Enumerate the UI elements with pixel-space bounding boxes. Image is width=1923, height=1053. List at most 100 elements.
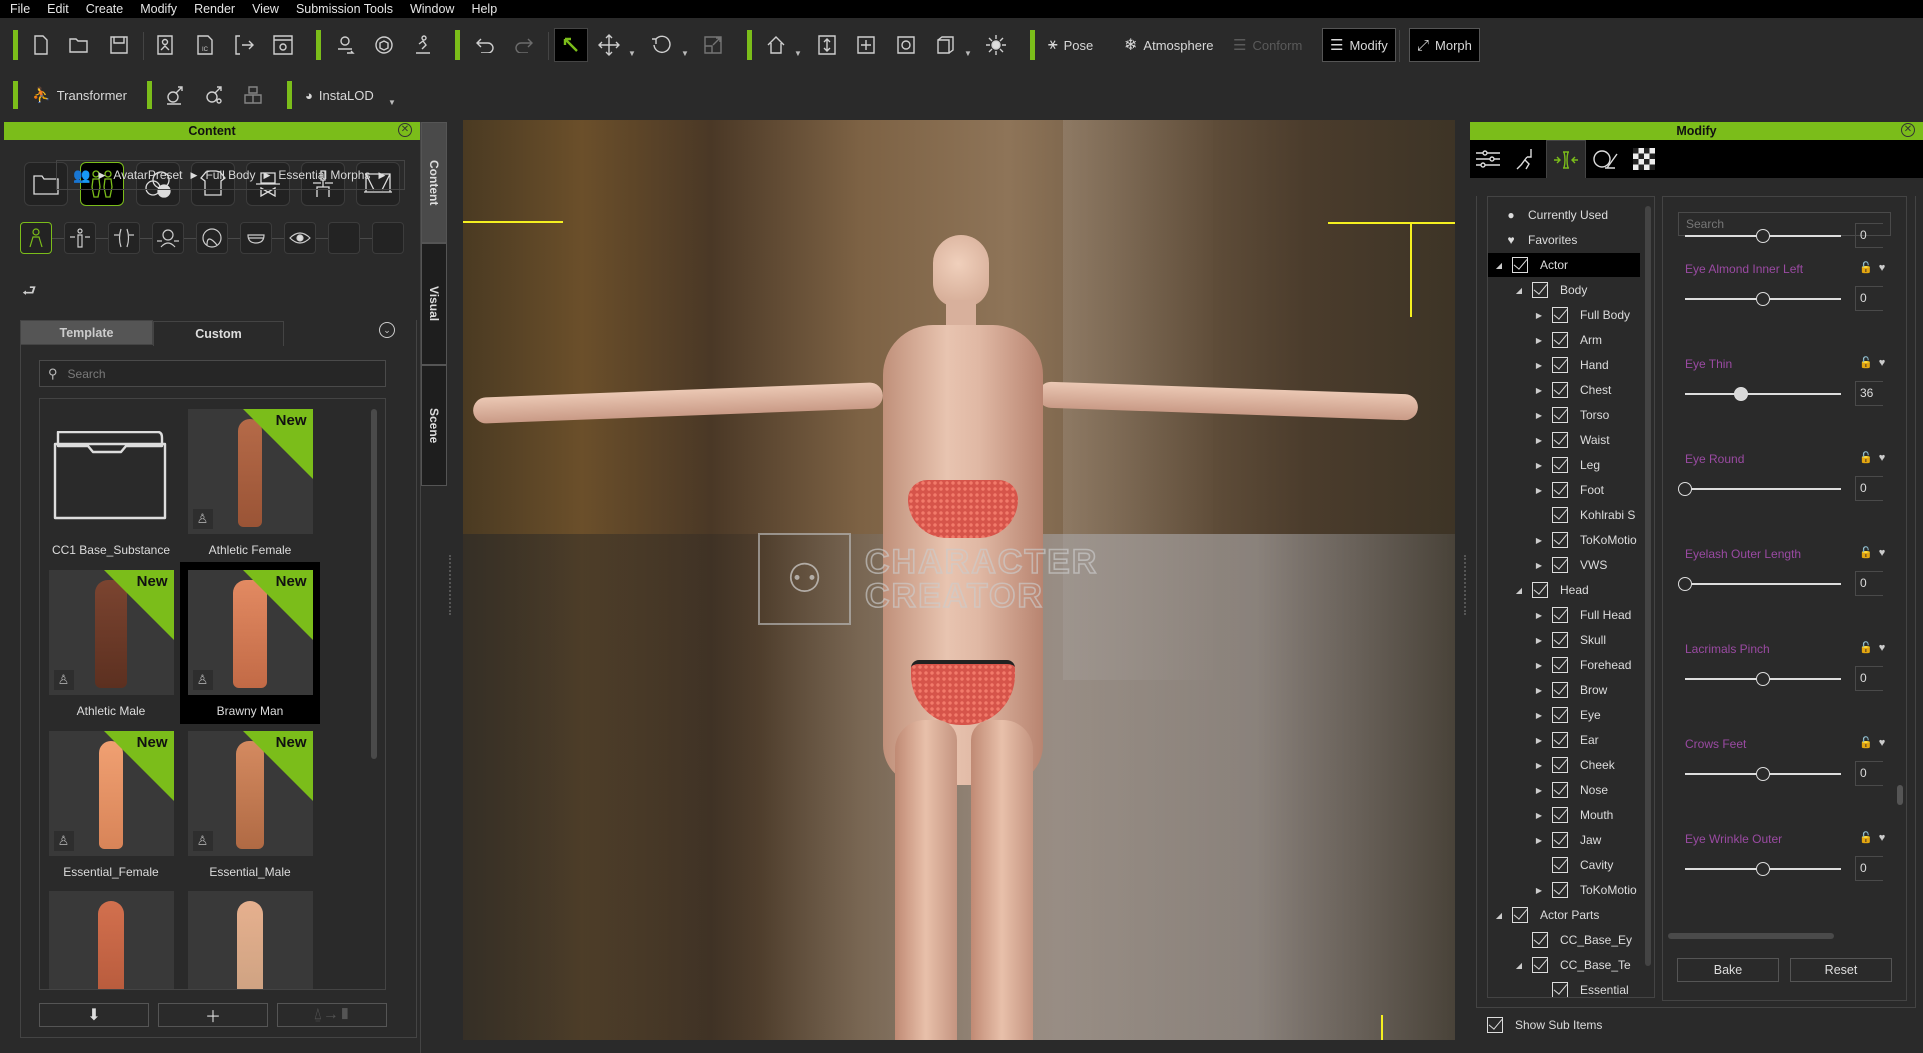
back-icon[interactable]: ⮐ (22, 280, 36, 307)
menu-submission-tools[interactable]: Submission Tools (296, 2, 393, 16)
add-button[interactable]: ＋ (158, 1003, 268, 1027)
object-transfer-button[interactable] (367, 28, 401, 62)
tree-item[interactable]: CC_Base_Ey (1488, 928, 1640, 952)
tree-item[interactable]: ▶ Leg (1488, 453, 1640, 477)
tree-item[interactable]: ▶ Waist (1488, 428, 1640, 452)
close-icon[interactable]: ✕ (1901, 123, 1915, 137)
checkbox-checked-icon[interactable] (1552, 482, 1568, 498)
checkbox-checked-icon[interactable] (1552, 457, 1568, 473)
collapse-arrow-icon[interactable]: ◢ (1494, 261, 1504, 270)
slider-knob[interactable] (1756, 672, 1770, 686)
camera-vertical-button[interactable] (810, 28, 844, 62)
expand-arrow-icon[interactable]: ▶ (1534, 786, 1544, 795)
expand-arrow-icon[interactable]: ▶ (1534, 686, 1544, 695)
expand-arrow-icon[interactable]: ▶ (1534, 886, 1544, 895)
breadcrumb-essential-morphs[interactable]: Essential Morphs (278, 168, 370, 182)
collapse-arrow-icon[interactable]: ◢ (1514, 286, 1524, 295)
save-button[interactable] (102, 28, 136, 62)
apply-down-button[interactable]: ⬇ (39, 1003, 149, 1027)
breadcrumb-avatarpreset[interactable]: AvatarPreset (113, 168, 182, 182)
import-ic-button[interactable]: IC (188, 28, 222, 62)
view-dropdown-caret[interactable]: ▼ (964, 49, 972, 58)
tree-item[interactable]: ▶ Forehead (1488, 653, 1640, 677)
side-tab-visual[interactable]: Visual (421, 243, 447, 365)
tree-item[interactable]: ▶ Hand (1488, 353, 1640, 377)
slider-track[interactable] (1685, 393, 1841, 395)
subcategory-head-button[interactable] (152, 222, 184, 254)
export-button[interactable] (228, 28, 262, 62)
menu-file[interactable]: File (10, 2, 30, 16)
checkbox-checked-icon[interactable] (1552, 407, 1568, 423)
checkbox-checked-icon[interactable] (1552, 432, 1568, 448)
tab-motion[interactable] (1508, 140, 1544, 178)
tree-item[interactable]: ▶ ToKoMotio (1488, 878, 1640, 902)
3d-viewport[interactable]: ⚇ CHARACTER CREATOR (463, 120, 1455, 1040)
modify-button[interactable]: ☰ Modify (1322, 28, 1396, 62)
expand-arrow-icon[interactable]: ▶ (1534, 361, 1544, 370)
tree-item[interactable]: ◢ Actor (1488, 253, 1640, 277)
splitter-handle[interactable] (1464, 555, 1466, 615)
home-camera-button[interactable] (759, 28, 793, 62)
template-item[interactable] (187, 891, 313, 989)
menu-edit[interactable]: Edit (47, 2, 69, 16)
tree-item[interactable]: ▶ Torso (1488, 403, 1640, 427)
tree-item[interactable]: ▶ Nose (1488, 778, 1640, 802)
checkbox-checked-icon[interactable] (1552, 557, 1568, 573)
tab-morph[interactable] (1546, 140, 1586, 178)
checkbox-checked-icon[interactable] (1512, 257, 1528, 273)
template-item[interactable]: CC1 Base_Substance (48, 409, 174, 557)
menu-modify[interactable]: Modify (140, 2, 177, 16)
slider-vertical-scrollbar[interactable] (1897, 785, 1903, 805)
tree-item[interactable]: ▶ Jaw (1488, 828, 1640, 852)
transfer-button[interactable]: ⍙→▮ (277, 1003, 387, 1027)
checkbox-checked-icon[interactable] (1552, 682, 1568, 698)
checkbox-checked-icon[interactable] (1552, 507, 1568, 523)
tree-item[interactable]: ▶ Chest (1488, 378, 1640, 402)
slider-knob[interactable] (1756, 862, 1770, 876)
breadcrumb-full-body[interactable]: Full Body (205, 168, 255, 182)
tree-item[interactable]: ◢ Actor Parts (1488, 903, 1640, 927)
avatar-transfer-button[interactable] (328, 28, 362, 62)
lock-favorite-icons[interactable]: 🔓♥ (1859, 641, 1891, 654)
lock-favorite-icons[interactable]: 🔓♥ (1859, 451, 1891, 464)
slider-value-input[interactable]: 0 (1855, 761, 1883, 786)
subcategory-teeth-button[interactable] (240, 222, 272, 254)
expand-arrow-icon[interactable]: ▶ (1534, 461, 1544, 470)
side-tab-content[interactable]: Content (421, 122, 447, 243)
checkbox-checked-icon[interactable] (1552, 782, 1568, 798)
slider-value-input[interactable]: 0 (1855, 666, 1883, 691)
checkbox-checked-icon[interactable] (1552, 332, 1568, 348)
tree-item[interactable]: ▶ Arm (1488, 328, 1640, 352)
pose-button[interactable]: ⚹ Pose (1048, 28, 1093, 62)
expand-arrow-icon[interactable]: ▶ (1534, 761, 1544, 770)
camera-orbit-button[interactable] (889, 28, 923, 62)
expand-arrow-icon[interactable]: ▶ (1534, 411, 1544, 420)
subcategory-empty-slot[interactable] (328, 222, 360, 254)
expand-arrow-icon[interactable]: ▶ (1534, 711, 1544, 720)
subcategory-empty-slot[interactable] (372, 222, 404, 254)
checkbox-checked-icon[interactable] (1532, 932, 1548, 948)
tab-attributes[interactable] (1470, 140, 1506, 178)
tree-item[interactable]: Kohlrabi S (1488, 503, 1640, 527)
expand-arrow-icon[interactable]: ▶ (1534, 561, 1544, 570)
subcategory-body-morph-button[interactable] (64, 222, 96, 254)
move-dropdown-caret[interactable]: ▼ (628, 49, 636, 58)
skin-transfer-button[interactable] (158, 78, 192, 112)
slider-value-input[interactable]: 0 (1855, 476, 1883, 501)
tree-item[interactable]: ▶ Skull (1488, 628, 1640, 652)
instalod-button[interactable]: ◕ InstaLOD (305, 78, 374, 112)
template-item-selected[interactable]: New ♙ Brawny Man (180, 562, 320, 724)
checkbox-checked-icon[interactable] (1532, 282, 1548, 298)
tree-scrollbar[interactable] (1645, 206, 1651, 966)
slider-knob[interactable] (1756, 767, 1770, 781)
expand-arrow-icon[interactable]: ▶ (1534, 436, 1544, 445)
lock-favorite-icons[interactable]: 🔓♥ (1859, 831, 1891, 844)
tree-item[interactable]: ▶ Eye (1488, 703, 1640, 727)
slider-value-input[interactable]: 0 (1855, 286, 1883, 311)
show-sub-items-checkbox[interactable]: Show Sub Items (1487, 1017, 1602, 1033)
checkbox-checked-icon[interactable] (1552, 882, 1568, 898)
collapse-arrow-icon[interactable]: ◢ (1494, 911, 1504, 920)
transfer-view-button[interactable] (197, 78, 231, 112)
close-icon[interactable]: ✕ (398, 123, 412, 137)
import-avatar-button[interactable] (148, 28, 182, 62)
